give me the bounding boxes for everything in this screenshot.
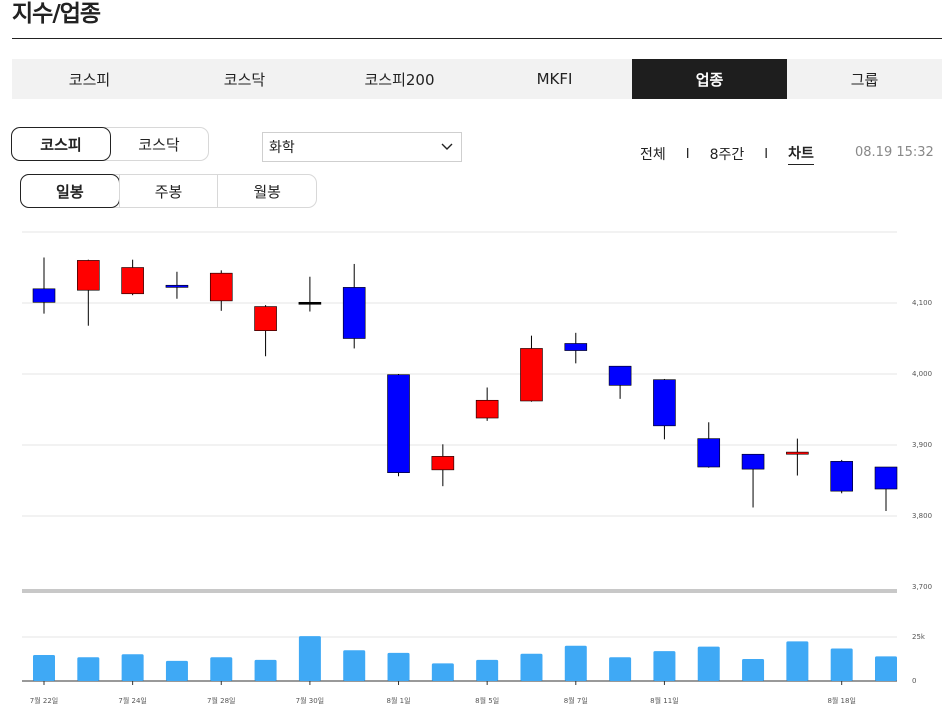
volume-tick-label: 0 [912, 677, 916, 685]
volume-bar [830, 648, 853, 681]
candle-body [786, 451, 809, 455]
candle-body [32, 288, 56, 303]
candle-body [431, 456, 455, 471]
candle-body [298, 301, 322, 305]
volume-bar [387, 652, 410, 681]
x-tick-label: 8월 18일 [827, 696, 855, 705]
volume-bar [742, 659, 765, 681]
panel-divider [22, 589, 897, 593]
candle-body [209, 272, 233, 302]
price-tick-label: 4,000 [912, 370, 932, 378]
candle-body [697, 438, 721, 468]
volume-bar [697, 646, 720, 681]
candle-body [387, 374, 410, 473]
candle-body [254, 306, 277, 331]
volume-bar [564, 645, 587, 681]
candle-body [121, 267, 144, 295]
x-tick-label: 7월 28일 [207, 696, 235, 705]
price-tick-label: 3,800 [912, 512, 932, 520]
candle-body [741, 453, 765, 470]
volume-bar [210, 657, 233, 681]
volume-bar [431, 663, 454, 681]
x-tick-label: 8월 1일 [387, 696, 411, 705]
x-tick-label: 8월 7일 [564, 696, 588, 705]
candle-body [77, 260, 100, 291]
x-tick-label: 8월 11일 [650, 696, 678, 705]
price-tick-label: 4,100 [912, 299, 932, 307]
candle-body [874, 466, 898, 490]
price-tick-label: 3,900 [912, 441, 932, 449]
volume-bar [875, 656, 897, 681]
volume-bar [653, 651, 676, 681]
candle-body [653, 379, 676, 427]
volume-bar [298, 636, 321, 681]
candle-body [342, 287, 366, 339]
candle-body [520, 348, 543, 402]
x-tick-label: 7월 30일 [296, 696, 324, 705]
volume-bar [786, 641, 809, 681]
volume-bar [343, 650, 366, 681]
volume-bar [476, 659, 499, 681]
candle-body [475, 399, 499, 419]
volume-bar [121, 654, 144, 681]
volume-bar [165, 660, 188, 681]
candle-body [830, 461, 853, 492]
volume-tick-label: 25k [912, 633, 926, 641]
index-chart: 3,700 3,800 3,900 4,000 4,100 0 25k 7월 22일 7월 24… [22, 231, 932, 705]
x-tick-label: 8월 5일 [475, 696, 499, 705]
candle-body [165, 284, 189, 288]
price-tick-label: 3,700 [912, 583, 932, 591]
volume-bar [77, 657, 100, 681]
volume-bar [254, 659, 277, 681]
candle-body [564, 343, 588, 351]
volume-bar [520, 653, 543, 681]
x-tick-label: 7월 24일 [118, 696, 146, 705]
volume-bar [33, 654, 55, 681]
volume-bar [609, 657, 632, 681]
candle-body [608, 365, 632, 386]
x-tick-label: 7월 22일 [30, 696, 58, 705]
